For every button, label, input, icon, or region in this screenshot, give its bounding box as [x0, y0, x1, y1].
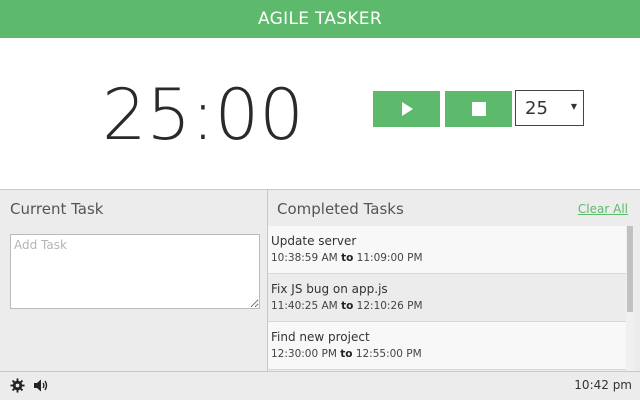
- completed-tasks-title: Completed Tasks: [277, 200, 404, 218]
- list-item[interactable]: Find new project 12:30:00 PM to 12:55:00…: [268, 322, 626, 370]
- duration-value: 25: [525, 97, 548, 119]
- task-list-scrollbar[interactable]: [626, 226, 634, 371]
- footer-bar: 10:42 pm: [0, 371, 640, 400]
- app-title: AGILE TASKER: [258, 9, 382, 29]
- completed-tasks-panel: Completed Tasks Clear All Update server …: [268, 190, 640, 371]
- timer-panel: 25:00 25 ▼: [0, 38, 640, 189]
- speaker-icon[interactable]: [33, 378, 49, 397]
- current-task-title: Current Task: [10, 200, 104, 218]
- chevron-down-icon: ▼: [570, 102, 577, 111]
- add-task-input[interactable]: [10, 234, 260, 309]
- gear-icon[interactable]: [10, 378, 25, 397]
- scrollbar-thumb[interactable]: [627, 226, 633, 312]
- task-name: Update server: [271, 234, 357, 248]
- list-item[interactable]: Update server 10:38:59 AM to 11:09:00 PM: [268, 226, 626, 274]
- completed-task-list: Update server 10:38:59 AM to 11:09:00 PM…: [268, 226, 626, 371]
- app-header: AGILE TASKER: [0, 0, 640, 38]
- play-icon: [401, 102, 413, 116]
- timer-display: 25:00: [102, 74, 304, 156]
- task-time: 10:38:59 AM to 11:09:00 PM: [271, 252, 423, 264]
- stop-button[interactable]: [445, 91, 512, 127]
- task-time: 12:30:00 PM to 12:55:00 PM: [271, 348, 422, 360]
- duration-select[interactable]: 25 ▼: [515, 90, 584, 126]
- list-item[interactable]: Fix JS bug on app.js 11:40:25 AM to 12:1…: [268, 274, 626, 322]
- current-task-panel: Current Task: [0, 190, 267, 371]
- clear-all-link[interactable]: Clear All: [578, 202, 628, 216]
- stop-icon: [471, 102, 486, 116]
- task-name: Fix JS bug on app.js: [271, 282, 388, 296]
- task-name: Find new project: [271, 330, 370, 344]
- clock-text: 10:42 pm: [574, 378, 632, 392]
- task-time: 11:40:25 AM to 12:10:26 PM: [271, 300, 423, 312]
- play-button[interactable]: [373, 91, 440, 127]
